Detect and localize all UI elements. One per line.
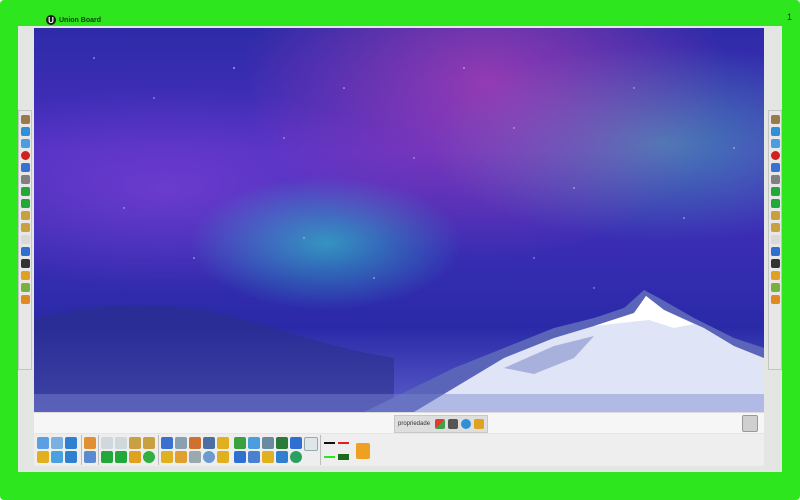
zoom-in-icon[interactable] bbox=[20, 211, 30, 220]
stop-icon[interactable] bbox=[770, 175, 780, 184]
color-palette-icon[interactable] bbox=[461, 419, 472, 429]
toolbar-separator bbox=[158, 435, 159, 465]
globe-icon[interactable] bbox=[770, 127, 780, 136]
eraser-icon[interactable] bbox=[20, 295, 30, 304]
brand: U Union Board bbox=[46, 14, 101, 26]
properties-label: propriedade bbox=[398, 421, 431, 427]
marker-blue-icon[interactable] bbox=[20, 247, 30, 256]
brush-icon[interactable] bbox=[20, 283, 30, 292]
print-icon[interactable] bbox=[262, 437, 274, 449]
layers-icon[interactable] bbox=[356, 443, 370, 459]
screen-icon[interactable] bbox=[161, 437, 173, 449]
ruler-icon[interactable] bbox=[234, 451, 246, 463]
gallery-icon[interactable] bbox=[20, 139, 30, 148]
save-icon[interactable] bbox=[20, 163, 30, 172]
web-icon[interactable] bbox=[290, 451, 302, 463]
image-icon[interactable] bbox=[175, 437, 187, 449]
save-icon[interactable] bbox=[770, 163, 780, 172]
line-color-red[interactable] bbox=[338, 442, 349, 444]
camera-icon[interactable] bbox=[175, 451, 187, 463]
search-icon[interactable] bbox=[161, 451, 173, 463]
line-style-icon[interactable] bbox=[448, 419, 459, 429]
screen-share-icon[interactable] bbox=[84, 451, 96, 463]
globe-icon[interactable] bbox=[20, 127, 30, 136]
zoom-out-icon[interactable] bbox=[143, 437, 155, 449]
arrow-left-icon[interactable] bbox=[101, 451, 113, 463]
aurora-background bbox=[34, 57, 764, 412]
trash-icon[interactable] bbox=[742, 415, 758, 432]
zoom-out-icon[interactable] bbox=[20, 223, 30, 232]
zoom-in-icon[interactable] bbox=[129, 437, 141, 449]
swap-icon[interactable] bbox=[474, 419, 485, 429]
paint-icon[interactable] bbox=[189, 437, 201, 449]
folder-icon[interactable] bbox=[37, 451, 49, 463]
copy-icon[interactable] bbox=[51, 451, 63, 463]
save-file-icon[interactable] bbox=[51, 437, 63, 449]
color-grid-icon[interactable] bbox=[435, 419, 446, 429]
clock-icon[interactable] bbox=[203, 451, 215, 463]
properties-strip: propriedade bbox=[34, 412, 764, 433]
pointer-icon[interactable] bbox=[84, 437, 96, 449]
highlighter-icon[interactable] bbox=[770, 271, 780, 280]
new-page-icon[interactable] bbox=[101, 437, 113, 449]
properties-bar: propriedade bbox=[394, 415, 489, 433]
text-icon[interactable] bbox=[262, 451, 274, 463]
line-color-black[interactable] bbox=[324, 442, 335, 444]
line-color-green[interactable] bbox=[324, 456, 335, 458]
toolbar-separator bbox=[81, 435, 82, 465]
redo-icon[interactable] bbox=[65, 451, 77, 463]
arrow-right-icon[interactable] bbox=[115, 451, 127, 463]
marker-blue-icon[interactable] bbox=[770, 247, 780, 256]
protractor-icon[interactable] bbox=[217, 451, 229, 463]
delete-page-icon[interactable] bbox=[115, 437, 127, 449]
brush-icon[interactable] bbox=[770, 283, 780, 292]
pen-icon[interactable] bbox=[248, 451, 260, 463]
record-icon[interactable] bbox=[20, 151, 30, 160]
line-color-darkgreen[interactable] bbox=[338, 454, 349, 460]
hand-icon[interactable] bbox=[770, 235, 780, 244]
right-sidebar bbox=[768, 110, 782, 370]
keyboard-icon[interactable] bbox=[290, 437, 302, 449]
pen-icon[interactable] bbox=[770, 115, 780, 124]
camera-icon[interactable] bbox=[276, 437, 288, 449]
hand-icon[interactable] bbox=[20, 235, 30, 244]
page-number: 1 bbox=[786, 12, 792, 22]
zoom-out-icon[interactable] bbox=[770, 223, 780, 232]
pen-icon[interactable] bbox=[20, 115, 30, 124]
whiteboard-canvas[interactable] bbox=[34, 28, 764, 412]
notes-icon[interactable] bbox=[304, 437, 318, 451]
highlighter-icon[interactable] bbox=[20, 271, 30, 280]
calculator-icon[interactable] bbox=[189, 451, 201, 463]
gallery-icon[interactable] bbox=[248, 437, 260, 449]
film-icon[interactable] bbox=[203, 437, 215, 449]
arrow-right-icon[interactable] bbox=[770, 187, 780, 196]
toolbar-separator bbox=[98, 435, 99, 465]
arrow-left-icon[interactable] bbox=[770, 199, 780, 208]
undo-icon[interactable] bbox=[65, 437, 77, 449]
add-icon[interactable] bbox=[143, 451, 155, 463]
pencil-icon[interactable] bbox=[20, 259, 30, 268]
arrow-right-icon[interactable] bbox=[20, 187, 30, 196]
zoom-in-icon[interactable] bbox=[770, 211, 780, 220]
arrow-left-icon[interactable] bbox=[20, 199, 30, 208]
toolbar-separator bbox=[320, 435, 321, 465]
brand-name: Union Board bbox=[59, 16, 101, 24]
pencil-icon[interactable] bbox=[770, 259, 780, 268]
bell-icon[interactable] bbox=[217, 437, 229, 449]
user-icon[interactable] bbox=[276, 451, 288, 463]
gallery-icon[interactable] bbox=[770, 139, 780, 148]
left-sidebar bbox=[18, 110, 32, 370]
open-file-icon[interactable] bbox=[37, 437, 49, 449]
record-icon[interactable] bbox=[770, 151, 780, 160]
eraser-icon[interactable] bbox=[770, 295, 780, 304]
stop-icon[interactable] bbox=[20, 175, 30, 184]
brand-logo: U bbox=[46, 15, 56, 25]
bottom-toolbar bbox=[34, 434, 764, 466]
recycle-icon[interactable] bbox=[234, 437, 246, 449]
hand-icon[interactable] bbox=[129, 451, 141, 463]
